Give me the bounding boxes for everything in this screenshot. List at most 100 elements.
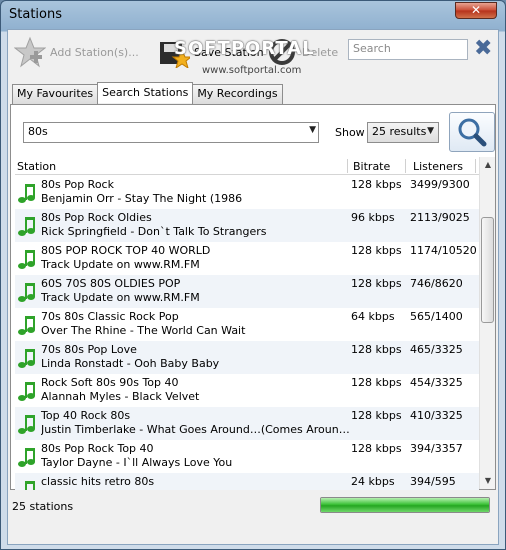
tab-my-favourites[interactable]: My Favourites — [12, 84, 99, 104]
station-listeners: 394/3357 — [410, 442, 463, 455]
music-note-icon — [17, 314, 35, 336]
watermark-url: www.softportal.com — [202, 65, 302, 76]
scrollbar-thumb[interactable] — [481, 217, 494, 323]
client-area: Add Station(s)... Save Station Delete SO… — [7, 29, 499, 545]
toolbar: Add Station(s)... Save Station Delete SO… — [8, 30, 498, 76]
station-name: 70s 80s Classic Rock Pop — [41, 310, 179, 323]
add-station-button[interactable]: Add Station(s)... — [13, 36, 139, 68]
station-listeners: 465/3325 — [410, 343, 463, 356]
station-row[interactable]: classic hits retro 80s 24 kbps 394/595 — [15, 473, 479, 490]
music-note-icon — [17, 413, 35, 435]
station-name: 60S 70S 80S OLDIES POP — [41, 277, 181, 290]
station-track: Track Update on www.RM.FM — [41, 258, 200, 271]
music-note-icon — [17, 182, 35, 204]
column-station[interactable]: Station — [17, 160, 56, 173]
progress-bar — [320, 497, 490, 513]
station-name: Rock Soft 80s 90s Top 40 — [41, 376, 179, 389]
search-query-value: 80s — [28, 125, 48, 138]
station-bitrate: 128 kbps — [351, 376, 402, 389]
station-name: Top 40 Rock 80s — [41, 409, 131, 422]
window-title: Stations — [9, 7, 62, 22]
station-row[interactable]: 80s Pop Rock Top 40 Taylor Dayne - I`ll A… — [15, 440, 479, 473]
station-track: Justin Timberlake - What Goes Around…(Co… — [41, 423, 351, 436]
station-row[interactable]: Rock Soft 80s 90s Top 40 Alannah Myles - … — [15, 374, 479, 407]
station-bitrate: 128 kbps — [351, 178, 402, 191]
station-track: Linda Ronstadt - Ooh Baby Baby — [41, 357, 220, 370]
column-divider[interactable] — [347, 159, 348, 173]
results-count-value: 25 results — [372, 125, 427, 138]
station-row[interactable]: 70s 80s Classic Rock Pop Over The Rhine -… — [15, 308, 479, 341]
station-listeners: 746/8620 — [410, 277, 463, 290]
music-note-icon — [17, 215, 35, 237]
station-row[interactable]: 80s Pop Rock Benjamin Orr - Stay The Nigh… — [15, 176, 479, 209]
column-listeners[interactable]: Listeners — [413, 160, 463, 173]
tab-my-recordings[interactable]: My Recordings — [192, 84, 283, 104]
column-divider[interactable] — [475, 159, 476, 173]
add-station-label: Add Station(s)... — [50, 45, 139, 59]
station-listeners: 1174/10520 — [410, 244, 477, 257]
station-track: Taylor Dayne - I`ll Always Love You — [41, 456, 233, 469]
station-list[interactable]: 80s Pop Rock Benjamin Orr - Stay The Nigh… — [15, 176, 479, 490]
station-track: Rick Springfield - Don`t Talk To Strange… — [41, 225, 267, 238]
stations-window: Stations ✕ Add Station(s)... Save Statio… — [0, 0, 506, 550]
station-bitrate: 128 kbps — [351, 277, 402, 290]
station-bitrate: 128 kbps — [351, 244, 402, 257]
chevron-down-icon: ▼ — [427, 126, 434, 136]
station-track: Over The Rhine - The World Can Wait — [41, 324, 246, 337]
station-row[interactable]: 70s 80s Pop Love Linda Ronstadt - Ooh Bab… — [15, 341, 479, 374]
station-name: 80s Pop Rock Oldies — [41, 211, 152, 224]
station-bitrate: 128 kbps — [351, 409, 402, 422]
station-count-text: 25 stations — [12, 500, 74, 513]
music-note-icon — [17, 380, 35, 402]
scroll-down-arrow-icon[interactable]: ▼ — [480, 473, 496, 489]
station-name: 80s Pop Rock — [41, 178, 114, 191]
station-bitrate: 64 kbps — [351, 310, 395, 323]
search-query-combo[interactable]: 80s ▼ — [23, 122, 319, 143]
tab-strip: My Favourites Search Stations My Recordi… — [12, 82, 283, 104]
clear-search-icon[interactable]: ✖ — [474, 38, 492, 60]
station-name: 80s Pop Rock Top 40 — [41, 442, 154, 455]
station-listeners: 394/595 — [410, 475, 456, 488]
music-note-icon — [17, 248, 35, 270]
station-listeners: 454/3325 — [410, 376, 463, 389]
add-star-icon — [13, 36, 47, 68]
search-input[interactable]: Search — [348, 39, 468, 60]
watermark-text: SOFTPORTAL — [174, 38, 315, 59]
station-name: 70s 80s Pop Love — [41, 343, 137, 356]
station-bitrate: 128 kbps — [351, 442, 402, 455]
station-track: Alannah Myles - Black Velvet — [41, 390, 200, 403]
search-go-button[interactable] — [449, 112, 495, 152]
station-listeners: 410/3325 — [410, 409, 463, 422]
station-bitrate: 128 kbps — [351, 343, 402, 356]
station-listeners: 565/1400 — [410, 310, 463, 323]
music-note-icon — [17, 347, 35, 369]
tab-search-stations[interactable]: Search Stations — [97, 82, 194, 103]
list-scrollbar[interactable]: ▲ ▼ — [479, 157, 495, 489]
station-track: Track Update on www.RM.FM — [41, 291, 200, 304]
show-label: Show — [335, 126, 365, 139]
search-stations-panel: 80s ▼ Show 25 results ▼ Station Bitrate … — [10, 104, 496, 490]
results-count-select[interactable]: 25 results ▼ — [367, 122, 439, 143]
station-row[interactable]: 80S POP ROCK TOP 40 WORLD Track Update on… — [15, 242, 479, 275]
station-row[interactable]: 80s Pop Rock Oldies Rick Springfield - Do… — [15, 209, 479, 242]
music-note-icon — [17, 446, 35, 468]
magnifier-icon — [458, 118, 487, 147]
scroll-up-arrow-icon[interactable]: ▲ — [480, 157, 496, 173]
station-row[interactable]: Top 40 Rock 80s Justin Timberlake - What … — [15, 407, 479, 440]
list-header: Station Bitrate Listeners — [15, 157, 479, 175]
music-note-icon — [17, 479, 35, 490]
chevron-down-icon[interactable]: ▼ — [309, 125, 316, 135]
column-divider[interactable] — [405, 159, 406, 173]
station-bitrate: 24 kbps — [351, 475, 395, 488]
status-bar: 25 stations — [8, 492, 498, 518]
music-note-icon — [17, 281, 35, 303]
column-bitrate[interactable]: Bitrate — [353, 160, 390, 173]
title-bar[interactable]: Stations ✕ — [1, 1, 505, 29]
close-button[interactable]: ✕ — [455, 2, 497, 19]
station-track: Benjamin Orr - Stay The Night (1986 — [41, 192, 243, 205]
station-bitrate: 96 kbps — [351, 211, 395, 224]
softportal-watermark: SOFTPORTAL www.softportal.com — [154, 34, 314, 80]
station-row[interactable]: 60S 70S 80S OLDIES POP Track Update on ww… — [15, 275, 479, 308]
progress-fill — [321, 498, 489, 512]
station-name: 80S POP ROCK TOP 40 WORLD — [41, 244, 211, 257]
